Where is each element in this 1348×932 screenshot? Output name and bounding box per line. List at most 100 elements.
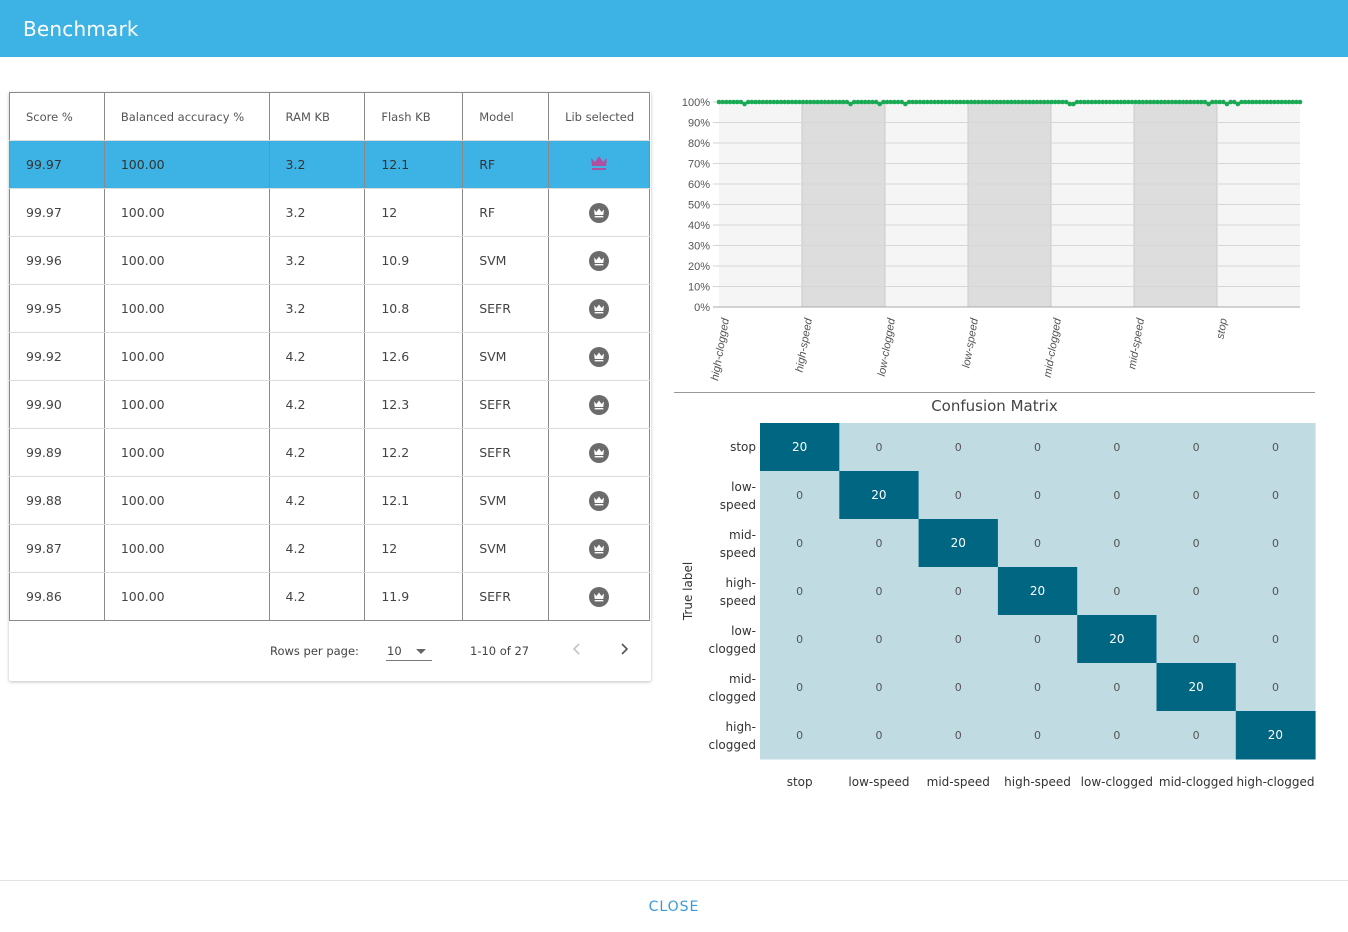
cell-model: SVM: [462, 524, 550, 573]
table-row[interactable]: 99.96 100.00 3.2 10.9 SVM: [9, 236, 650, 285]
y-tick-label: 70%: [688, 159, 710, 171]
cell-lib-selected[interactable]: [548, 572, 650, 621]
pagination: Rows per page: 10 1-10 of 27: [9, 621, 650, 681]
y-tick-label: 0%: [694, 302, 710, 314]
matrix-cell-value: 0: [875, 729, 882, 742]
matrix-cell-value: 0: [1272, 441, 1279, 454]
dropdown-caret-icon: [416, 649, 426, 654]
crown-circle-icon[interactable]: [589, 346, 610, 367]
table-row[interactable]: 99.89 100.00 4.2 12.2 SEFR: [9, 428, 650, 477]
row-label: clogged: [708, 738, 756, 752]
cell-ram: 3.2: [268, 140, 366, 189]
matrix-cell-value: 20: [1189, 680, 1204, 694]
cell-score: 99.88: [9, 476, 105, 525]
y-axis-label: True label: [681, 562, 695, 621]
table-row[interactable]: 99.86 100.00 4.2 11.9 SEFR: [9, 572, 650, 621]
cell-lib-selected[interactable]: [548, 524, 650, 573]
crown-circle-icon[interactable]: [589, 394, 610, 415]
table-row[interactable]: 99.90 100.00 4.2 12.3 SEFR: [9, 380, 650, 429]
column-label: high-speed: [1004, 775, 1071, 789]
matrix-cell-value: 0: [796, 729, 803, 742]
cell-model: SEFR: [462, 572, 550, 621]
cell-score: 99.90: [9, 380, 105, 429]
y-tick-label: 50%: [688, 200, 710, 212]
crown-circle-icon[interactable]: [589, 442, 610, 463]
dialog-title: Benchmark: [23, 17, 139, 41]
column-header-model[interactable]: Model: [462, 92, 550, 141]
cell-lib-selected[interactable]: [548, 188, 650, 237]
cell-flash: 12: [364, 188, 464, 237]
matrix-cell-value: 0: [1113, 585, 1120, 598]
y-tick-label: 90%: [688, 118, 710, 130]
matrix-cell-value: 20: [951, 536, 966, 550]
matrix-cell-value: 0: [955, 681, 962, 694]
close-button[interactable]: CLOSE: [634, 893, 714, 921]
matrix-cell-value: 0: [1193, 489, 1200, 502]
cell-flash: 12: [364, 524, 464, 573]
cell-lib-selected[interactable]: [548, 380, 650, 429]
x-tick-label: low-clogged: [876, 317, 898, 378]
table-row[interactable]: 99.95 100.00 3.2 10.8 SEFR: [9, 284, 650, 333]
table-row[interactable]: 99.92 100.00 4.2 12.6 SVM: [9, 332, 650, 381]
matrix-cell-value: 0: [1113, 537, 1120, 550]
row-label: speed: [720, 594, 756, 608]
matrix-cell-value: 0: [875, 441, 882, 454]
cell-score: 99.86: [9, 572, 105, 621]
matrix-cell-value: 0: [875, 537, 882, 550]
previous-page-button[interactable]: [565, 637, 589, 661]
column-label: stop: [787, 775, 813, 789]
table-row[interactable]: 99.97 100.00 3.2 12.1 RF: [9, 140, 650, 189]
matrix-cell-value: 0: [1034, 441, 1041, 454]
column-header-lib-selected[interactable]: Lib selected: [548, 92, 650, 141]
y-tick-label: 30%: [688, 241, 710, 253]
table-row[interactable]: 99.88 100.00 4.2 12.1 SVM: [9, 476, 650, 525]
matrix-cell-value: 0: [1034, 537, 1041, 550]
cell-lib-selected[interactable]: [548, 332, 650, 381]
cell-model: SVM: [462, 236, 550, 285]
column-label: mid-speed: [927, 775, 990, 789]
column-header-flash[interactable]: Flash KB: [364, 92, 464, 141]
matrix-cell-value: 0: [1193, 441, 1200, 454]
row-label: mid-: [729, 672, 756, 686]
cell-lib-selected[interactable]: [548, 140, 650, 189]
crown-circle-icon[interactable]: [589, 202, 610, 223]
x-tick-label: mid-clogged: [1042, 317, 1064, 379]
table-row[interactable]: 99.87 100.00 4.2 12 SVM: [9, 524, 650, 573]
matrix-cell-value: 0: [1113, 729, 1120, 742]
crown-circle-icon[interactable]: [589, 586, 610, 607]
row-label: clogged: [708, 690, 756, 704]
cell-lib-selected[interactable]: [548, 236, 650, 285]
column-label: high-clogged: [1236, 775, 1314, 789]
dialog-header: Benchmark: [0, 0, 1348, 57]
cell-lib-selected[interactable]: [548, 284, 650, 333]
cell-lib-selected[interactable]: [548, 476, 650, 525]
cell-ram: 3.2: [268, 188, 366, 237]
matrix-cell-value: 0: [1113, 681, 1120, 694]
row-label: clogged: [708, 642, 756, 656]
y-tick-label: 20%: [688, 261, 710, 273]
footer-divider: [0, 880, 1348, 881]
crown-circle-icon[interactable]: [589, 538, 610, 559]
cell-flash: 12.3: [364, 380, 464, 429]
cell-flash: 10.9: [364, 236, 464, 285]
rows-per-page-label: Rows per page:: [270, 644, 359, 658]
matrix-cell-value: 20: [1109, 632, 1124, 646]
crown-icon[interactable]: [590, 155, 608, 174]
crown-circle-icon[interactable]: [589, 490, 610, 511]
crown-circle-icon[interactable]: [589, 250, 610, 271]
rows-per-page-select[interactable]: 10: [386, 637, 432, 661]
next-page-button[interactable]: [612, 637, 636, 661]
matrix-cell-value: 0: [1272, 681, 1279, 694]
column-header-ram[interactable]: RAM KB: [268, 92, 366, 141]
matrix-cell-value: 0: [955, 729, 962, 742]
table-row[interactable]: 99.97 100.00 3.2 12 RF: [9, 188, 650, 237]
crown-circle-icon[interactable]: [589, 298, 610, 319]
column-header-balanced-accuracy[interactable]: Balanced accuracy %: [103, 92, 270, 141]
matrix-cell-value: 0: [1272, 489, 1279, 502]
column-header-score[interactable]: Score %: [9, 92, 105, 141]
y-tick-label: 60%: [688, 179, 710, 191]
cell-lib-selected[interactable]: [548, 428, 650, 477]
cell-balanced-accuracy: 100.00: [103, 332, 270, 381]
benchmark-table: Score % Balanced accuracy % RAM KB Flash…: [9, 92, 650, 621]
matrix-cell-value: 0: [1113, 489, 1120, 502]
